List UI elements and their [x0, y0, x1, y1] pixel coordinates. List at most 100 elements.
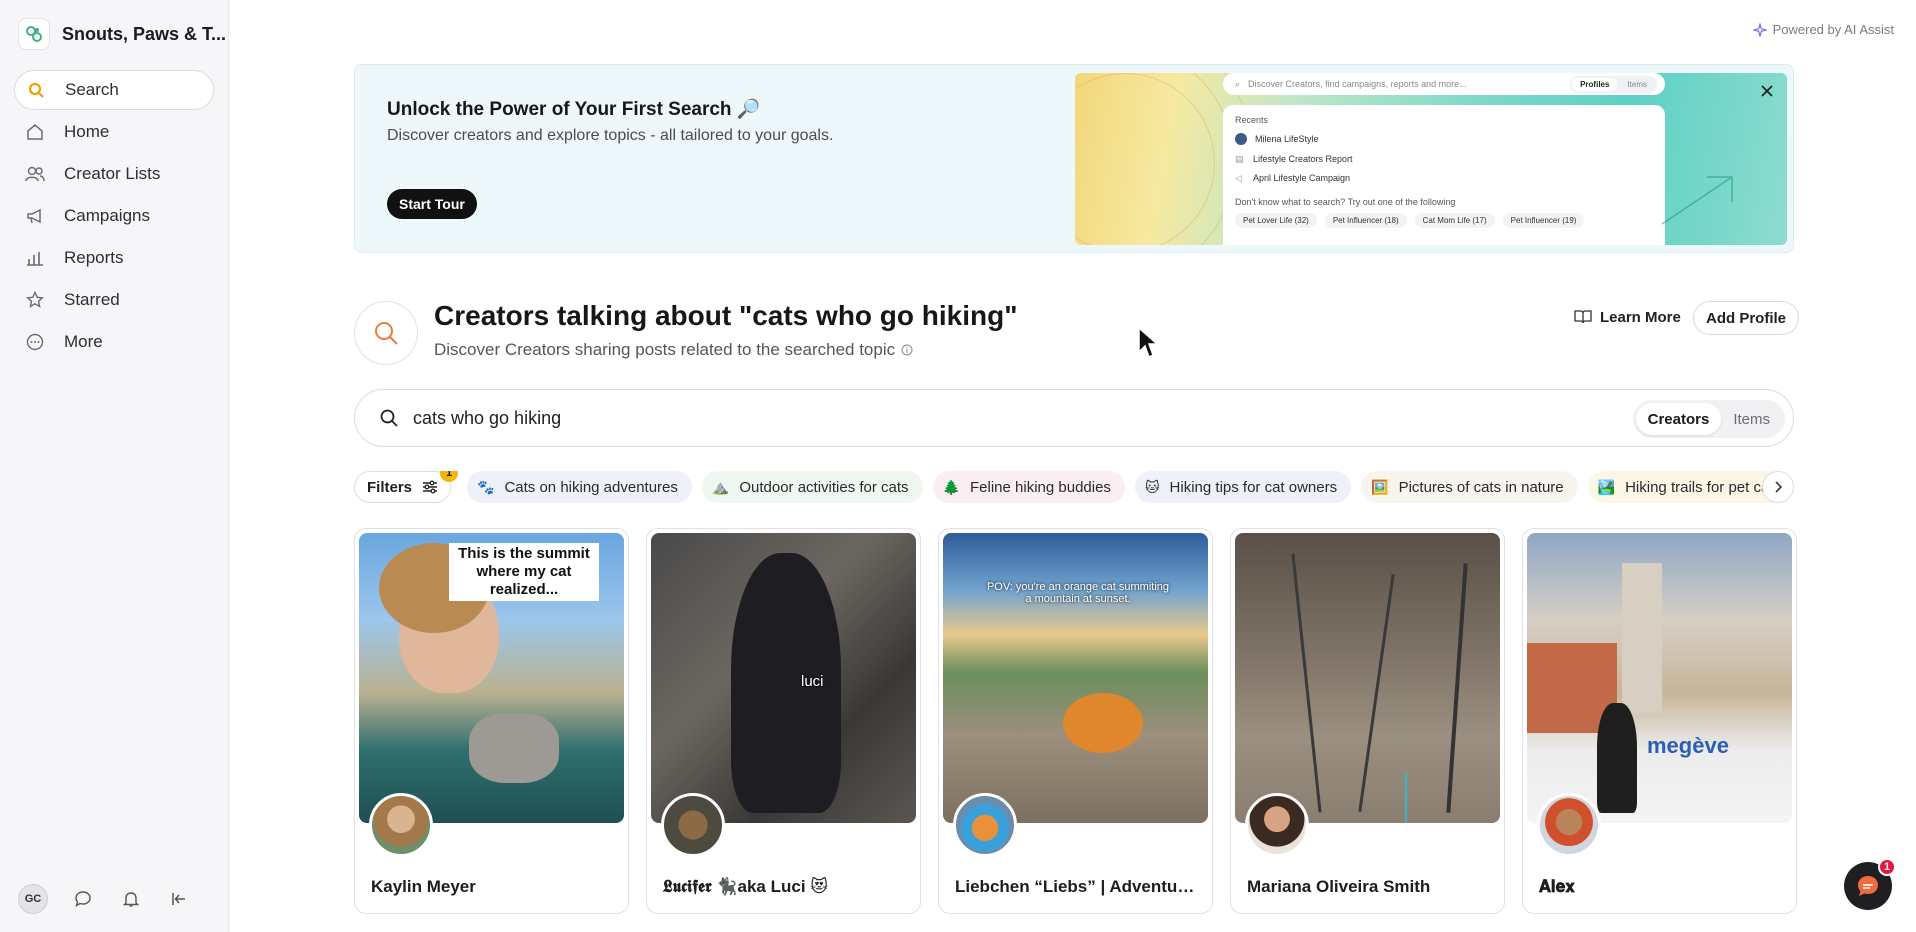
sidebar-item-reports[interactable]: Reports [14, 238, 214, 278]
sidebar-item-more[interactable]: More [14, 322, 214, 362]
users-icon [24, 163, 46, 185]
preview-suggestion: Pet Lover Life (32) [1235, 213, 1317, 228]
chat-badge: 1 [1878, 858, 1896, 876]
preview-tab: Items [1627, 80, 1647, 89]
sidebar-item-campaigns[interactable]: Campaigns [14, 196, 214, 236]
filter-count-badge: 1 [440, 471, 459, 482]
creator-card[interactable]: megève 𝐀𝐥𝐞𝐱 [1522, 528, 1797, 914]
preview-suggestion: Pet Influencer (19) [1502, 213, 1585, 228]
sidebar-item-search[interactable]: Search [14, 70, 214, 110]
creator-card[interactable]: This is the summit where my cat realized… [354, 528, 629, 914]
banner-preview-image: ⌕ Discover Creators, find campaigns, rep… [1075, 73, 1787, 245]
tab-creators[interactable]: Creators [1635, 403, 1722, 435]
search-icon [25, 79, 47, 101]
search-input[interactable] [413, 407, 1513, 429]
avatar [1537, 793, 1601, 857]
collapse-sidebar-icon[interactable] [166, 886, 192, 912]
banner-subtitle: Discover creators and explore topics - a… [387, 127, 834, 144]
sliders-icon [423, 480, 438, 494]
creator-card[interactable]: POV: you're an orange cat summiting a mo… [938, 528, 1213, 914]
workspace-name: Snouts, Paws & T... [62, 23, 227, 44]
cat-icon: 🐱 [1144, 478, 1160, 495]
workspace-switcher[interactable]: Snouts, Paws & T... [18, 18, 226, 50]
post-caption: megève [1647, 733, 1729, 758]
topic-chip[interactable]: 🖼️ Pictures of cats in nature [1361, 471, 1578, 503]
filters-button[interactable]: Filters 1 [354, 471, 459, 503]
topic-chip[interactable]: ⛰️ Outdoor activities for cats [701, 471, 923, 503]
search-bar: Creators Items [354, 389, 1794, 447]
topic-chip[interactable]: 🐱 Hiking tips for cat owners [1134, 471, 1352, 503]
preview-panel: Recents Milena LifeStyle ▤ Lifestyle Crea… [1223, 105, 1665, 245]
leash-shape [1405, 773, 1407, 823]
cat-shape [469, 713, 559, 783]
preview-hint: Don't know what to search? Try out one o… [1235, 197, 1456, 207]
megaphone-icon: ◁ [1235, 173, 1242, 183]
bar-chart-icon [24, 247, 46, 269]
preview-search-placeholder: Discover Creators, find campaigns, repor… [1248, 79, 1467, 89]
park-icon: 🏞️ [1597, 478, 1616, 495]
person-shape [1597, 703, 1637, 813]
tree-shape [1358, 573, 1395, 813]
sidebar-nav: Search Home Creator Lists Campaigns Repo… [14, 70, 214, 364]
sparkle-icon [1752, 22, 1767, 37]
info-icon[interactable] [901, 344, 913, 356]
page-subtitle: Discover Creators sharing posts related … [434, 340, 913, 360]
creator-name: 𝕷𝖚𝖈𝖎𝖋𝖊𝖗 🐈‍⬛aka Luci 😻 [663, 877, 828, 896]
sidebar-footer: GC [18, 884, 192, 914]
post-caption: POV: you're an orange cat summiting a mo… [986, 581, 1170, 605]
search-icon [379, 408, 399, 428]
sidebar-item-label: More [64, 332, 103, 351]
preview-suggestion: Cat Mom Life (17) [1414, 213, 1495, 228]
sidebar-item-label: Reports [64, 248, 124, 267]
avatar [1245, 793, 1309, 857]
onboarding-banner: Unlock the Power of Your First Search 🔎 … [354, 64, 1794, 253]
avatar [953, 793, 1017, 857]
support-chat-button[interactable]: 1 [1844, 858, 1896, 910]
sidebar-item-label: Creator Lists [64, 164, 161, 183]
preview-recents-label: Recents [1235, 115, 1269, 125]
tree-icon: 🌲 [942, 478, 960, 495]
brand-logo-icon [18, 18, 50, 50]
topic-chip[interactable]: 🐾 Cats on hiking adventures [467, 471, 692, 503]
megaphone-icon [24, 205, 46, 227]
tree-shape [1291, 553, 1322, 813]
preview-tab: Profiles [1572, 78, 1618, 91]
cat-shape [731, 553, 841, 813]
creator-name: Liebchen “Liebs” | Adventure ... [955, 877, 1200, 896]
creator-cards-grid: This is the summit where my cat realized… [354, 528, 1797, 914]
add-profile-button[interactable]: Add Profile [1693, 301, 1800, 335]
post-caption: This is the summit where my cat realized… [449, 543, 599, 601]
sidebar-item-label: Home [64, 122, 110, 141]
chevron-right-icon [1775, 481, 1783, 493]
post-thumbnail [1235, 533, 1500, 823]
report-icon: ▤ [1235, 154, 1244, 164]
user-avatar[interactable]: GC [18, 884, 48, 914]
avatar [369, 793, 433, 857]
picture-icon: 🖼️ [1371, 478, 1389, 495]
topic-chip[interactable]: 🌲 Feline hiking buddies [932, 471, 1125, 503]
sidebar-item-home[interactable]: Home [14, 112, 214, 152]
mountain-icon: ⛰️ [711, 478, 730, 495]
sidebar-item-label: Search [65, 80, 119, 99]
learn-more-button[interactable]: Learn More [1574, 301, 1681, 333]
tab-items[interactable]: Items [1721, 403, 1782, 435]
paw-icon: 🐾 [477, 478, 495, 495]
preview-suggestions: Pet Lover Life (32) Pet Influencer (18) … [1235, 213, 1653, 228]
creator-card[interactable]: luci 𝕷𝖚𝖈𝖎𝖋𝖊𝖗 🐈‍⬛aka Luci 😻 [646, 528, 921, 914]
preview-tabs: Profiles Items [1570, 76, 1657, 93]
decorative-arrow [1661, 176, 1733, 225]
post-thumbnail: luci [651, 533, 916, 823]
preview-recent-item: ▤ Lifestyle Creators Report [1235, 154, 1353, 164]
topic-chip[interactable]: 🏞️ Hiking trails for pet cat [1587, 471, 1788, 503]
chat-icon [1858, 876, 1878, 896]
bell-icon[interactable] [118, 886, 144, 912]
chat-bubble-icon[interactable] [70, 886, 96, 912]
sidebar-item-creator-lists[interactable]: Creator Lists [14, 154, 214, 194]
sidebar-item-label: Starred [64, 290, 120, 309]
sidebar-item-starred[interactable]: Starred [14, 280, 214, 320]
creator-card[interactable]: Mariana Oliveira Smith [1230, 528, 1505, 914]
scroll-right-button[interactable] [1762, 471, 1794, 503]
close-icon[interactable] [1757, 81, 1777, 101]
start-tour-button[interactable]: Start Tour [387, 189, 477, 219]
tower-shape [1622, 563, 1662, 713]
